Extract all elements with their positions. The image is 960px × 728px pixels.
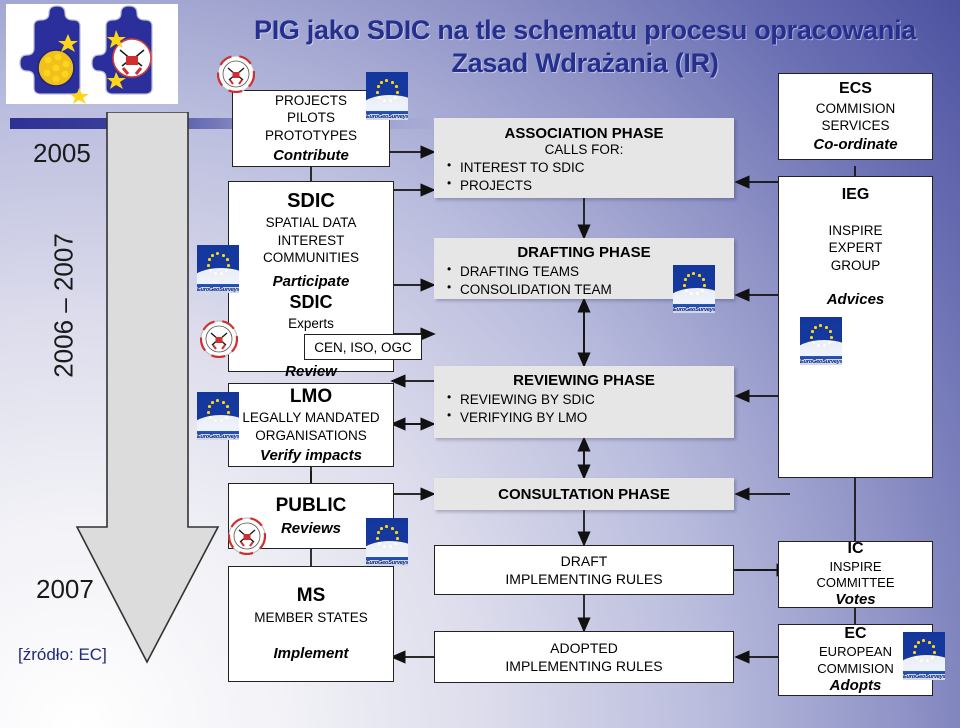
ic-action: Votes [835, 591, 876, 609]
list-item: VERIFYING BY LMO [447, 408, 734, 427]
ic-title: IC [847, 539, 864, 557]
ic-line3: COMMITTEE [816, 575, 895, 591]
pig-emblem-icon [217, 55, 255, 93]
phase-box-reviewing[interactable]: REVIEWING PHASE REVIEWING BY SDIC VERIFY… [434, 366, 734, 438]
eurogeosurveys-label: EuroGeoSurveys [366, 560, 408, 566]
eurogeosurveys-label: EuroGeoSurveys [197, 287, 239, 293]
ec-line3: COMMISION [817, 660, 894, 676]
eurogeosurveys-logo: EuroGeoSurveys [903, 632, 945, 680]
sdic-title-2: SDIC [289, 292, 333, 313]
public-action: Reviews [280, 519, 342, 537]
reviewing-title: REVIEWING PHASE [513, 372, 655, 389]
list-item: PROJECTS [447, 176, 734, 195]
association-bullets: INTEREST TO SDIC PROJECTS [434, 158, 734, 195]
phase-box-consultation[interactable]: CONSULTATION PHASE [434, 478, 734, 510]
ms-action: Implement [273, 645, 349, 663]
slide-canvas: 2005 2006 – 2007 2007 [źródło: EC] PIG j… [0, 0, 960, 728]
eurogeosurveys-logo: EuroGeoSurveys [197, 245, 239, 293]
lmo-line2: LEGALLY MANDATED [242, 410, 380, 426]
ecs-line2: COMMISION [815, 100, 896, 116]
pig-emblem-icon [228, 517, 266, 555]
phase-box-association[interactable]: ASSOCIATION PHASE CALLS FOR: INTEREST TO… [434, 118, 734, 198]
sdic-line3: INTEREST [277, 232, 345, 248]
lmo-line3: ORGANISATIONS [255, 427, 367, 443]
list-item: REVIEWING BY SDIC [447, 390, 734, 409]
eurogeosurveys-logo: EuroGeoSurveys [366, 518, 408, 566]
eurogeosurveys-label: EuroGeoSurveys [673, 307, 715, 313]
standards-box-cen-iso-ogc[interactable]: CEN, ISO, OGC [304, 334, 422, 360]
eurogeosurveys-label: EuroGeoSurveys [197, 434, 239, 440]
ms-line2: MEMBER STATES [254, 609, 368, 625]
projects-line3: PROTOTYPES [264, 127, 358, 143]
list-item: INTEREST TO SDIC [447, 158, 734, 177]
lmo-title: LMO [289, 385, 333, 407]
ic-line2: INSPIRE [829, 558, 882, 574]
lmo-action: Verify impacts [260, 446, 362, 464]
drafting-title: DRAFTING PHASE [517, 244, 651, 261]
ieg-action: Advices [826, 291, 885, 309]
sdic-title: SDIC [287, 190, 335, 212]
institution-box-ic[interactable]: IC INSPIRE COMMITTEE Votes [778, 539, 933, 609]
projects-action: Contribute [273, 146, 349, 164]
ecs-line3: SERVICES [821, 118, 890, 134]
actor-box-ms[interactable]: MS MEMBER STATES Implement [228, 566, 394, 682]
eurogeosurveys-label: EuroGeoSurveys [903, 674, 945, 680]
association-subtitle: CALLS FOR: [544, 142, 624, 157]
actor-box-lmo[interactable]: LMO LEGALLY MANDATED ORGANISATIONS Verif… [228, 383, 394, 467]
public-title: PUBLIC [275, 494, 347, 516]
ieg-line4: GROUP [830, 257, 881, 273]
reviewing-bullets: REVIEWING BY SDIC VERIFYING BY LMO [434, 390, 734, 427]
institution-box-ecs[interactable]: ECS COMMISION SERVICES Co-ordinate [778, 73, 933, 160]
output-box-draft-ir[interactable]: DRAFT IMPLEMENTING RULES [434, 545, 734, 595]
consultation-title: CONSULTATION PHASE [498, 485, 670, 503]
eurogeosurveys-logo: EuroGeoSurveys [197, 392, 239, 440]
ec-title: EC [844, 625, 867, 643]
ecs-title: ECS [839, 79, 872, 97]
ecs-action: Co-ordinate [813, 135, 898, 153]
association-title: ASSOCIATION PHASE [504, 125, 664, 142]
sdic-experts: Experts [288, 315, 334, 331]
ec-action: Adopts [829, 676, 882, 694]
eurogeosurveys-label: EuroGeoSurveys [800, 359, 842, 365]
adopted-ir-line2: IMPLEMENTING RULES [505, 658, 663, 674]
eurogeosurveys-logo: EuroGeoSurveys [800, 317, 842, 365]
eurogeosurveys-logo: EuroGeoSurveys [366, 72, 408, 120]
sdic-action-review: Review [285, 363, 337, 381]
standards-label: CEN, ISO, OGC [314, 339, 412, 355]
projects-line2: PILOTS [286, 110, 335, 126]
adopted-ir-line1: ADOPTED [550, 639, 618, 656]
ieg-line3: EXPERT [828, 240, 883, 256]
projects-line1: PROJECTS [274, 93, 347, 108]
ec-line2: EUROPEAN [819, 644, 892, 660]
eurogeosurveys-label: EuroGeoSurveys [366, 114, 408, 120]
sdic-line2: SPATIAL DATA [265, 215, 357, 230]
pig-emblem-icon [200, 320, 238, 358]
sdic-action-participate: Participate [272, 272, 350, 290]
ieg-line2: INSPIRE [828, 222, 883, 238]
output-box-adopted-ir[interactable]: ADOPTED IMPLEMENTING RULES [434, 631, 734, 683]
sdic-line4: COMMUNITIES [263, 250, 359, 266]
eurogeosurveys-logo: EuroGeoSurveys [673, 265, 715, 313]
ieg-title: IEG [841, 186, 870, 203]
draft-ir-line2: IMPLEMENTING RULES [505, 571, 663, 587]
ms-title: MS [296, 585, 326, 607]
draft-ir-line1: DRAFT [560, 552, 608, 569]
